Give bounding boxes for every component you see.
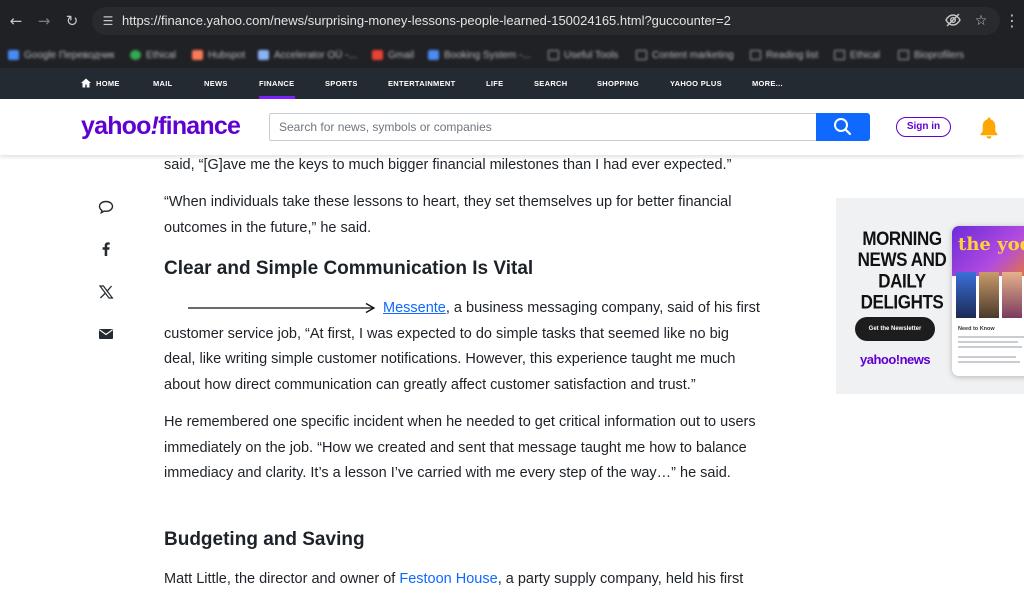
festoon-house-link[interactable]: Festoon House (399, 571, 497, 587)
newsletter-ad[interactable]: MORNING NEWS AND DAILY DELIGHTS Get the … (836, 198, 1024, 394)
nav-search[interactable]: SEARCH (534, 68, 567, 99)
article-paragraph: He remembered one specific incident when… (164, 414, 756, 481)
messente-link[interactable]: Messente (383, 300, 446, 316)
facebook-icon[interactable] (97, 240, 115, 258)
bookmark-item[interactable]: Accelerator OÜ -... (258, 48, 357, 62)
browser-toolbar: ← → ↻ ☰ https://finance.yahoo.com/news/s… (0, 0, 1024, 42)
bookmark-folder[interactable]: Useful Tools (548, 48, 618, 62)
hubspot-icon (192, 50, 203, 60)
url-text[interactable]: https://finance.yahoo.com/news/surprisin… (122, 13, 731, 29)
mail-icon[interactable] (97, 325, 115, 343)
ethical-icon (130, 50, 141, 60)
eye-off-icon[interactable] (944, 12, 962, 30)
translate-icon (8, 50, 19, 60)
bookmark-item[interactable]: Hubspot (192, 48, 245, 62)
menu-dots-icon[interactable]: ⋮ (1004, 11, 1020, 31)
bookmark-folder[interactable]: Bioprofilers (898, 48, 964, 62)
bookmark-item[interactable]: Ethical (130, 48, 176, 62)
search-input[interactable] (270, 114, 817, 140)
get-newsletter-button[interactable]: Get the Newsletter (855, 317, 935, 341)
ad-phone-title: the yode (958, 234, 1024, 255)
ad-phone-mockup: the yode Need to Know (952, 226, 1024, 376)
annotation-arrow-icon (188, 302, 376, 314)
ad-photo (1002, 272, 1022, 318)
booking-icon (428, 50, 439, 60)
address-bar[interactable]: ☰ https://finance.yahoo.com/news/surpris… (92, 7, 1000, 35)
ad-text-line (958, 336, 1024, 338)
forward-arrow-icon[interactable]: → (34, 11, 54, 31)
nav-more[interactable]: MORE... (752, 68, 783, 99)
reload-icon[interactable]: ↻ (62, 11, 82, 31)
nav-entertainment[interactable]: ENTERTAINMENT (388, 68, 456, 99)
yahoo-top-nav: HOME MAIL NEWS FINANCE SPORTS ENTERTAINM… (0, 68, 1024, 99)
bookmark-item[interactable]: Gmail (372, 48, 414, 62)
home-icon (81, 78, 91, 88)
ad-photo (979, 272, 999, 318)
finance-header: yahoo!finance Sign in (0, 99, 1024, 155)
sign-in-button[interactable]: Sign in (896, 117, 951, 137)
search-icon (834, 118, 852, 136)
site-info-icon[interactable]: ☰ (100, 13, 116, 29)
bookmark-star-icon[interactable]: ☆ (972, 12, 990, 30)
nav-shopping[interactable]: SHOPPING (597, 68, 639, 99)
bookmarks-bar: Google Переводчик Ethical Hubspot Accele… (0, 42, 1024, 68)
bookmark-folder[interactable]: Reading list (750, 48, 818, 62)
bell-icon[interactable] (978, 116, 1000, 140)
ad-text-line (958, 356, 1016, 358)
nav-mail[interactable]: MAIL (153, 68, 173, 99)
ad-text-line (958, 361, 1020, 363)
nav-finance[interactable]: FINANCE (259, 68, 294, 99)
accelerator-icon (258, 50, 269, 60)
section-heading: Budgeting and Saving (164, 529, 365, 550)
folder-icon (636, 50, 647, 60)
ad-text-line (958, 341, 1018, 343)
yahoo-news-logo: yahoo!news (860, 352, 931, 367)
folder-icon (750, 50, 761, 60)
folder-icon (548, 50, 559, 60)
ad-photo (956, 272, 976, 318)
back-arrow-icon[interactable]: ← (6, 11, 26, 31)
search-button[interactable] (816, 113, 870, 141)
bookmark-folder[interactable]: Ethical (834, 48, 880, 62)
bookmark-item[interactable]: Booking System -... (428, 48, 531, 62)
nav-news[interactable]: NEWS (204, 68, 228, 99)
gmail-icon (372, 50, 383, 60)
article-paragraph: said, “[G]ave me the keys to much bigger… (164, 157, 732, 173)
folder-icon (898, 50, 909, 60)
yahoo-finance-logo[interactable]: yahoo!finance (81, 110, 241, 142)
section-heading: Clear and Simple Communication Is Vital (164, 258, 534, 279)
folder-icon (834, 50, 845, 60)
article-paragraph: Matt Little, the director and owner of F… (164, 571, 744, 587)
article-paragraph: “When individuals take these lessons to … (164, 194, 732, 236)
comment-icon[interactable] (97, 198, 115, 216)
x-icon[interactable] (97, 283, 115, 301)
ad-headline: MORNING NEWS AND DAILY DELIGHTS (857, 228, 947, 314)
nav-sports[interactable]: SPORTS (325, 68, 358, 99)
bookmark-item[interactable]: Google Переводчик (8, 48, 114, 62)
search-field[interactable] (269, 113, 817, 141)
nav-life[interactable]: LIFE (486, 68, 503, 99)
ad-phone-label: Need to Know (958, 326, 995, 332)
ad-text-line (958, 346, 1022, 348)
bookmark-folder[interactable]: Content marketing (636, 48, 734, 62)
nav-home[interactable]: HOME (96, 68, 120, 99)
nav-yahoo-plus[interactable]: YAHOO PLUS (670, 68, 722, 99)
